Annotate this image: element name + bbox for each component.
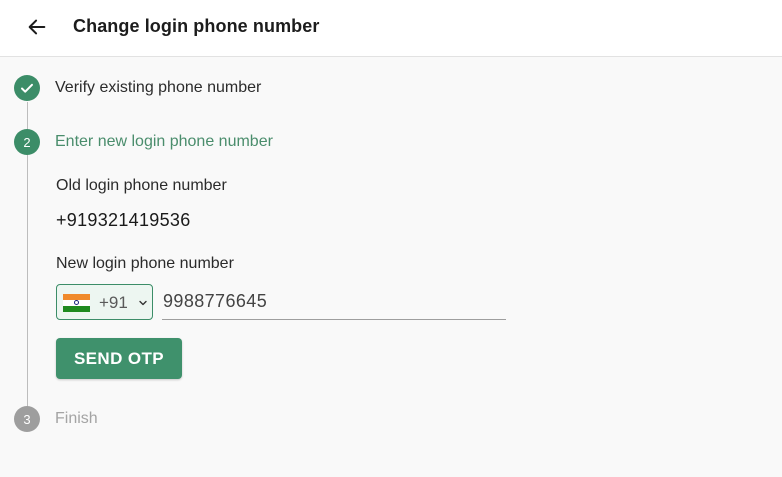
check-icon [21,83,33,93]
arrow-left-icon [28,19,46,35]
country-code-select[interactable]: +91 [56,284,153,320]
step-3-indicator: 3 [14,406,40,432]
old-phone-value: +919321419536 [56,210,191,230]
step-3-label: Finish [55,410,98,427]
back-button[interactable] [22,12,52,42]
new-phone-input[interactable] [162,284,506,320]
old-phone-label: Old login phone number [56,177,227,194]
send-otp-button[interactable]: SEND OTP [56,338,182,379]
step-2-label: Enter new login phone number [55,133,273,150]
step-1-label: Verify existing phone number [55,79,262,96]
new-phone-label: New login phone number [56,255,234,272]
dial-code: +91 [99,293,128,312]
step-2-indicator: 2 [14,129,40,155]
chevron-down-icon [137,297,149,309]
step-1-indicator [14,75,40,101]
app-header: Change login phone number [0,0,782,57]
page-title: Change login phone number [73,16,320,36]
india-flag-icon [63,294,90,312]
